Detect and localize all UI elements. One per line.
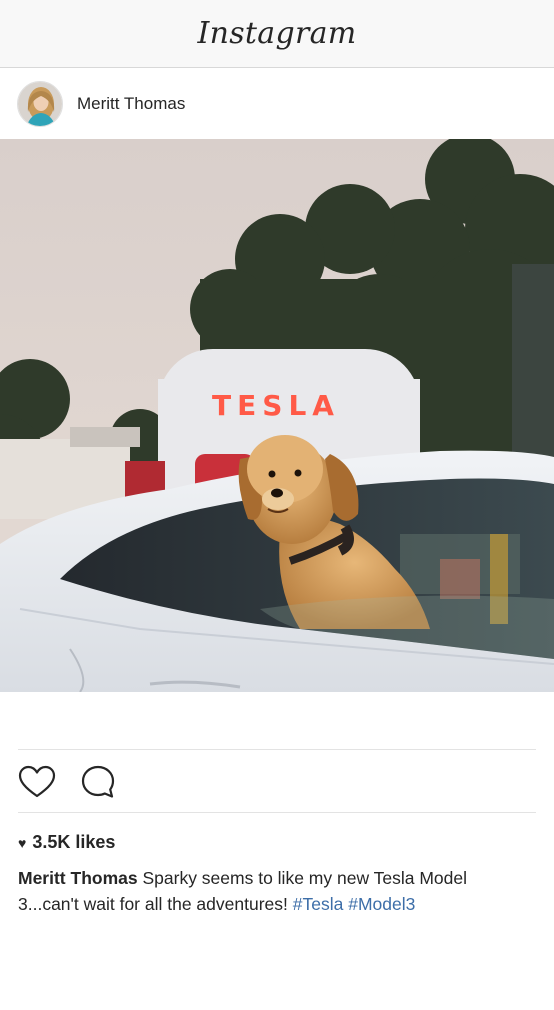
post-actions [18, 762, 142, 802]
like-button[interactable] [18, 762, 58, 802]
likes-count[interactable]: ♥ 3.5K likes [18, 832, 115, 853]
comment-bubble-icon [81, 765, 115, 798]
comment-button[interactable] [80, 762, 120, 802]
hashtag-tesla[interactable]: #Tesla [293, 894, 344, 914]
post-username[interactable]: Meritt Thomas [77, 94, 185, 114]
caption-username[interactable]: Meritt Thomas [18, 868, 138, 888]
hashtag-model3[interactable]: #Model3 [348, 894, 415, 914]
post-header: Meritt Thomas [0, 69, 554, 139]
app-title: Instagram [197, 16, 357, 51]
divider-bottom [18, 812, 536, 813]
likes-text: 3.5K likes [32, 832, 116, 852]
heart-outline-icon [18, 765, 56, 798]
divider-top [18, 749, 536, 750]
avatar[interactable] [17, 81, 63, 127]
top-nav-bar: Instagram [0, 0, 554, 68]
heart-filled-icon: ♥ [18, 834, 27, 851]
post-image[interactable]: TESLA [0, 139, 554, 692]
post-caption: Meritt Thomas Sparky seems to like my ne… [18, 865, 518, 917]
tesla-sign-text: TESLA [212, 389, 340, 422]
